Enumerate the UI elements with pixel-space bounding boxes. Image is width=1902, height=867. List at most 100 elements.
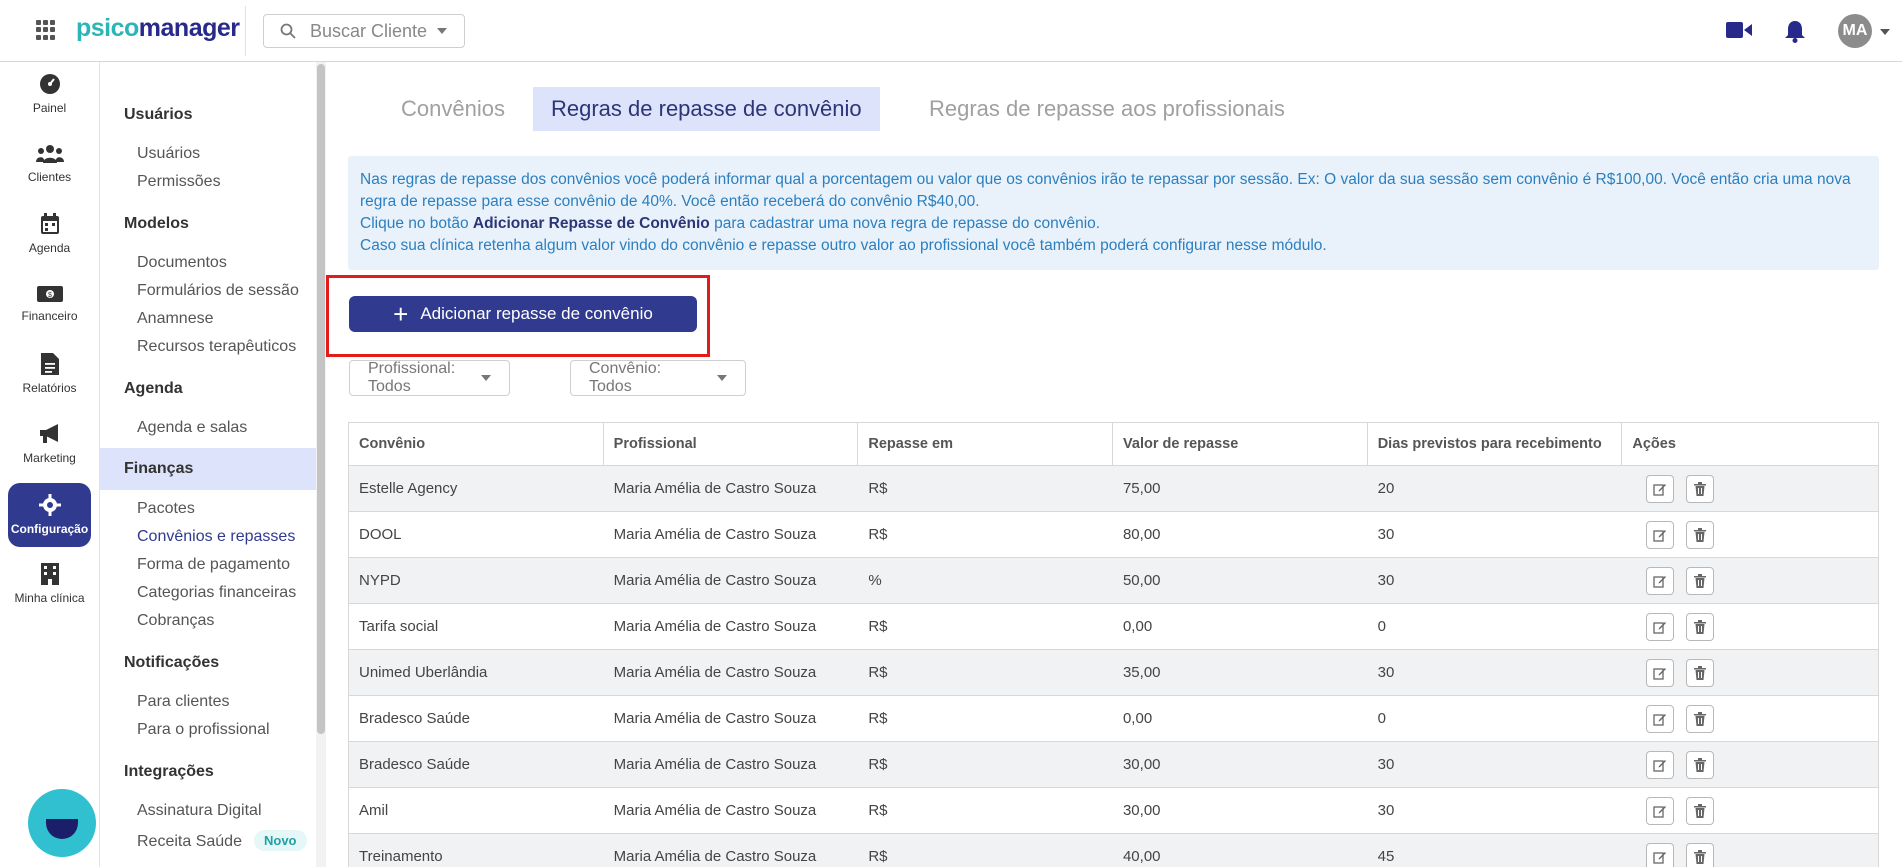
delete-button[interactable] — [1686, 796, 1715, 825]
cell-repasse-em: R$ — [868, 480, 888, 497]
trash-icon — [1694, 481, 1707, 496]
rail-item-relatorios[interactable]: Relatórios — [8, 342, 91, 406]
rail-item-marketing[interactable]: Marketing — [8, 412, 91, 476]
delete-button[interactable] — [1686, 704, 1715, 733]
chat-support-icon[interactable] — [28, 789, 96, 857]
settings-group-financas[interactable]: Finanças — [124, 460, 193, 478]
rail-label: Configuração — [10, 522, 89, 536]
settings-group-integracoes: Integrações — [124, 763, 214, 780]
edit-button[interactable] — [1646, 750, 1675, 779]
edit-button[interactable] — [1646, 566, 1675, 595]
edit-button[interactable] — [1646, 612, 1675, 641]
cell-actions — [1622, 558, 1878, 603]
novo-badge: Novo — [254, 830, 307, 851]
cell-dias: 30 — [1377, 664, 1395, 681]
settings-scrollbar[interactable] — [316, 62, 326, 867]
trash-icon — [1694, 711, 1707, 726]
edit-button[interactable] — [1646, 658, 1675, 687]
settings-item-permissoes[interactable]: Permissões — [137, 173, 221, 191]
cell-convenio: DOOL — [359, 526, 402, 543]
chevron-down-icon — [481, 375, 491, 381]
info-line2: Clique no botão Adicionar Repasse de Con… — [360, 213, 1867, 235]
video-icon[interactable] — [1726, 21, 1752, 39]
rail-item-financeiro[interactable]: $ Financeiro — [8, 272, 91, 336]
settings-item-pacotes[interactable]: Pacotes — [137, 500, 195, 518]
settings-item-para-profissional[interactable]: Para o profissional — [137, 721, 270, 739]
tab-regras-repasse-profissionais[interactable]: Regras de repasse aos profissionais — [911, 87, 1303, 131]
settings-item-documentos[interactable]: Documentos — [137, 254, 227, 272]
money-icon: $ — [36, 286, 63, 302]
edit-button[interactable] — [1646, 520, 1675, 549]
rail-item-clientes[interactable]: Clientes — [8, 132, 91, 196]
edit-icon — [1653, 529, 1667, 542]
cell-convenio: Tarifa social — [359, 618, 439, 635]
add-repasse-convenio-button[interactable]: + Adicionar repasse de convênio — [349, 296, 697, 332]
settings-item-convenios-repasses[interactable]: Convênios e repasses — [137, 528, 295, 546]
delete-button[interactable] — [1686, 842, 1715, 867]
delete-button[interactable] — [1686, 750, 1715, 779]
settings-item-formularios[interactable]: Formulários de sessão — [137, 282, 299, 300]
tab-regras-repasse-convenio[interactable]: Regras de repasse de convênio — [533, 87, 880, 131]
settings-group-usuarios: Usuários — [124, 106, 193, 123]
edit-icon — [1653, 713, 1667, 726]
settings-item-assinatura[interactable]: Assinatura Digital — [137, 802, 262, 820]
rail-item-configuracao[interactable]: Configuração — [8, 483, 91, 547]
settings-item-receita-saude[interactable]: Receita Saúde — [137, 833, 242, 851]
settings-item-usuarios[interactable]: Usuários — [137, 145, 200, 163]
table-row: DOOL Maria Amélia de Castro Souza R$ 80,00 3… — [349, 512, 1878, 558]
top-bar: psicomanager Buscar Cliente MA — [0, 0, 1902, 62]
avatar[interactable]: MA — [1838, 14, 1872, 48]
filter-profissional-label: Profissional: Todos — [368, 360, 456, 395]
scrollbar-thumb[interactable] — [317, 64, 325, 734]
settings-item-agenda-salas[interactable]: Agenda e salas — [137, 419, 247, 437]
rail-item-agenda[interactable]: Agenda — [8, 202, 91, 266]
cell-convenio: Bradesco Saúde — [359, 710, 470, 727]
trash-icon — [1694, 803, 1707, 818]
main-content: Convênios Regras de repasse de convênio … — [326, 62, 1902, 867]
cell-profissional: Maria Amélia de Castro Souza — [613, 802, 817, 819]
info-line2-pre: Clique no botão — [360, 215, 473, 232]
table-header: Convênio Profissional Repasse em Valor d… — [349, 422, 1878, 466]
rail-label: Relatórios — [22, 381, 77, 395]
delete-button[interactable] — [1686, 566, 1715, 595]
cell-profissional: Maria Amélia de Castro Souza — [613, 526, 817, 543]
table-row: Unimed Uberlândia Maria Amélia de Castro … — [349, 650, 1878, 696]
table-body: Estelle Agency Maria Amélia de Castro Sou… — [349, 466, 1878, 867]
info-line2-bold: Adicionar Repasse de Convênio — [472, 215, 710, 232]
logo[interactable]: psicomanager — [76, 14, 240, 43]
chevron-down-icon — [717, 375, 727, 381]
file-icon — [40, 353, 59, 375]
settings-item-categorias[interactable]: Categorias financeiras — [137, 584, 296, 602]
edit-button[interactable] — [1646, 842, 1675, 867]
settings-item-para-clientes[interactable]: Para clientes — [137, 693, 230, 711]
settings-item-cobrancas[interactable]: Cobranças — [137, 612, 214, 630]
edit-button[interactable] — [1646, 474, 1675, 503]
bell-icon[interactable] — [1784, 19, 1806, 43]
cell-valor: 40,00 — [1122, 848, 1161, 865]
settings-item-anamnese[interactable]: Anamnese — [137, 310, 214, 328]
table-row: Estelle Agency Maria Amélia de Castro Sou… — [349, 466, 1878, 512]
rail-item-minha-clinica[interactable]: Minha clínica — [8, 552, 91, 616]
edit-button[interactable] — [1646, 796, 1675, 825]
delete-button[interactable] — [1686, 658, 1715, 687]
repasse-table: Convênio Profissional Repasse em Valor d… — [348, 422, 1879, 867]
edit-button[interactable] — [1646, 704, 1675, 733]
info-line1: Nas regras de repasse dos convênios você… — [360, 171, 1851, 210]
settings-item-recursos[interactable]: Recursos terapêuticos — [137, 338, 296, 356]
search-client-input[interactable]: Buscar Cliente — [263, 14, 465, 48]
tab-convenios[interactable]: Convênios — [383, 87, 523, 131]
apps-grid-icon[interactable] — [36, 20, 56, 40]
delete-button[interactable] — [1686, 612, 1715, 641]
cell-convenio: Amil — [359, 802, 389, 819]
settings-item-forma-pagamento[interactable]: Forma de pagamento — [137, 556, 290, 574]
filter-convenio[interactable]: Convênio: Todos — [570, 360, 746, 396]
delete-button[interactable] — [1686, 474, 1715, 503]
filter-profissional[interactable]: Profissional: Todos — [349, 360, 510, 396]
rail-item-painel[interactable]: Painel — [8, 62, 91, 126]
cell-repasse-em: R$ — [868, 664, 888, 681]
cell-valor: 50,00 — [1122, 572, 1161, 589]
delete-button[interactable] — [1686, 520, 1715, 549]
trash-icon — [1694, 619, 1707, 634]
avatar-chevron-down-icon[interactable] — [1880, 29, 1890, 35]
info-line3: Caso sua clínica retenha algum valor vin… — [360, 237, 1327, 254]
